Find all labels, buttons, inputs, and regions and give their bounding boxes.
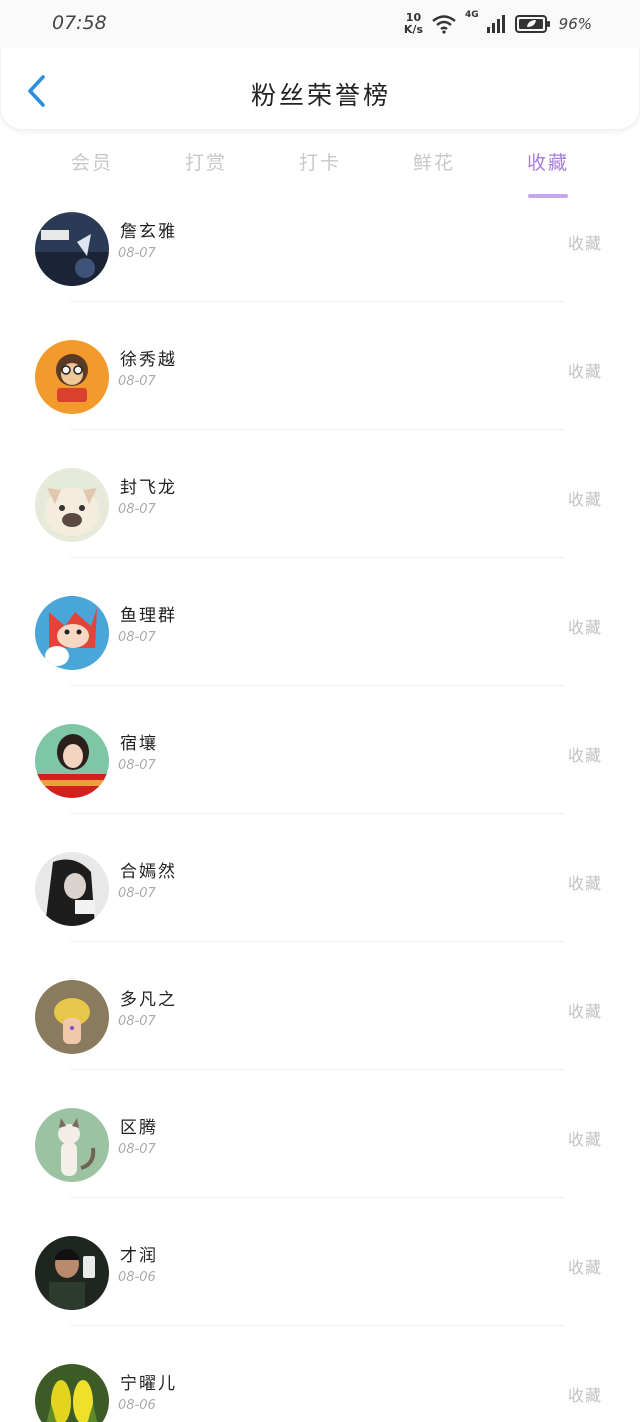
network-type: 4G — [465, 10, 479, 20]
man-selfie-avatar — [35, 1236, 109, 1310]
tab-favorites-label: 收藏 — [526, 152, 569, 174]
active-tab-indicator — [528, 194, 568, 198]
list-item[interactable]: 封飞龙 08-07 收藏 — [0, 430, 640, 558]
wifi-icon — [432, 15, 456, 34]
favorite-label: 收藏 — [567, 1130, 602, 1149]
fan-name: 宿壤 — [120, 734, 158, 754]
fan-date: 08-06 — [118, 1270, 156, 1285]
favorite-label: 收藏 — [567, 874, 602, 893]
tab-members[interactable]: 会员 — [52, 148, 132, 175]
fan-date: 08-07 — [118, 246, 156, 261]
bulldog-avatar — [35, 468, 109, 542]
fan-date: 08-07 — [118, 1014, 156, 1029]
list-top-fade — [0, 200, 640, 214]
favorite-label: 收藏 — [567, 362, 602, 381]
list-item[interactable]: 宁曜儿 08-06 收藏 — [0, 1326, 640, 1422]
signal-icon — [486, 15, 505, 33]
tab-flowers[interactable]: 鲜花 — [394, 148, 474, 175]
fan-name: 鱼理群 — [120, 606, 177, 626]
tab-rewards[interactable]: 打赏 — [166, 148, 246, 175]
tab-bar: 会员 打赏 打卡 鲜花 收藏 — [0, 140, 640, 200]
net-speed-unit: K/s — [403, 23, 423, 36]
list-item[interactable]: 詹玄雅 08-07 收藏 — [0, 212, 640, 302]
favorite-label: 收藏 — [567, 618, 602, 637]
list-item[interactable]: 宿壤 08-07 收藏 — [0, 686, 640, 814]
favorite-label: 收藏 — [567, 1002, 602, 1021]
favorite-label: 收藏 — [567, 1258, 602, 1277]
list-item[interactable]: 区腾 08-07 收藏 — [0, 1070, 640, 1198]
favorite-label: 收藏 — [567, 1386, 602, 1405]
status-bar: 07:58 10 K/s 4G 96% — [0, 0, 640, 48]
fan-name: 宁曜儿 — [120, 1374, 177, 1394]
corn-avatar — [35, 1364, 109, 1422]
status-indicators: 10 K/s 4G 96% — [404, 10, 592, 38]
mushroom-avatar — [35, 980, 109, 1054]
list-item[interactable]: 多凡之 08-07 收藏 — [0, 942, 640, 1070]
list-item[interactable]: 徐秀越 08-07 收藏 — [0, 302, 640, 430]
page-title: 粉丝荣誉榜 — [250, 81, 391, 110]
status-time: 07:58 — [52, 12, 107, 34]
fan-date: 08-07 — [118, 886, 156, 901]
battery-icon — [514, 15, 550, 33]
fan-list[interactable]: 詹玄雅 08-07 收藏 徐秀越 08-07 收藏 封飞龙 08-07 收藏 鱼… — [0, 212, 640, 1422]
list-item[interactable]: 鱼理群 08-07 收藏 — [0, 558, 640, 686]
girl-bw-photo-avatar — [35, 852, 109, 926]
favorite-label: 收藏 — [567, 490, 602, 509]
fan-date: 08-07 — [118, 374, 156, 389]
girl-photo-avatar — [35, 724, 109, 798]
list-item[interactable]: 合嫣然 08-07 收藏 — [0, 814, 640, 942]
list-item[interactable]: 才润 08-06 收藏 — [0, 1198, 640, 1326]
fan-name: 多凡之 — [120, 990, 177, 1010]
fan-date: 08-07 — [118, 1142, 156, 1157]
fan-date: 08-07 — [118, 630, 156, 645]
fan-name: 封飞龙 — [120, 478, 177, 498]
tab-favorites[interactable]: 收藏 — [508, 148, 588, 198]
battery-percent: 96% — [558, 15, 592, 33]
fan-name: 区腾 — [120, 1118, 158, 1138]
header-bar: 粉丝荣誉榜 — [0, 48, 640, 130]
tab-checkin[interactable]: 打卡 — [280, 148, 360, 175]
monkey-cartoon-avatar — [35, 340, 109, 414]
fan-name: 徐秀越 — [120, 350, 177, 370]
favorite-label: 收藏 — [567, 234, 602, 253]
fox-cartoon-avatar — [35, 596, 109, 670]
cat-avatar — [35, 1108, 109, 1182]
fan-date: 08-06 — [118, 1398, 156, 1413]
fan-date: 08-07 — [118, 758, 156, 773]
fan-name: 詹玄雅 — [120, 222, 177, 242]
favorite-label: 收藏 — [567, 746, 602, 765]
net-speed: 10 K/s — [404, 12, 423, 36]
fan-name: 才润 — [120, 1246, 158, 1266]
fan-date: 08-07 — [118, 502, 156, 517]
fan-name: 合嫣然 — [120, 862, 177, 882]
dark-photo-avatar — [35, 212, 109, 286]
